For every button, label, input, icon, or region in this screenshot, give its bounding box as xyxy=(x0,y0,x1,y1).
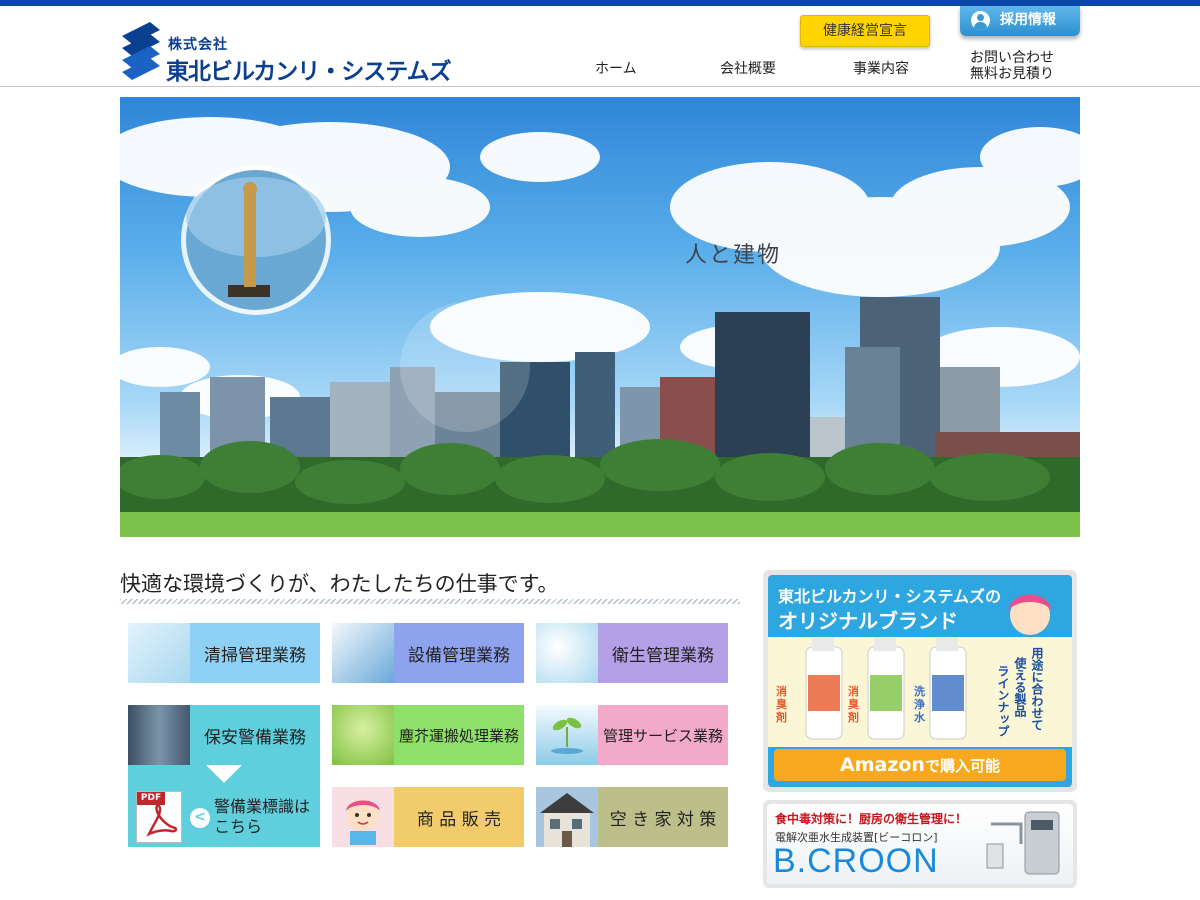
original-brand-banner[interactable]: 東北ビルカンリ・システムズの オリジナルブランド 消臭剤 消臭剤 洗浄水 用途に… xyxy=(763,570,1077,792)
hero-scene xyxy=(120,117,1080,537)
guard-sign-link[interactable]: PDF < 警備業標識は こちら xyxy=(128,787,320,847)
service-vacant-house-label: 空 き 家 対 策 xyxy=(598,787,728,847)
service-products-label: 商 品 販 売 xyxy=(394,787,524,847)
nav-contact[interactable]: お問い合わせ 無料お見積り xyxy=(970,50,1054,82)
service-hygiene-label: 衛生管理業務 xyxy=(598,623,728,683)
guard-sign-line2: こちら xyxy=(214,817,263,836)
company-logo[interactable]: 株式会社 東北ビルカンリ・システムズ xyxy=(120,14,452,85)
nav-contact-line1: お問い合わせ xyxy=(970,50,1054,66)
tag-deodorant-2: 消臭剤 xyxy=(848,685,859,724)
guard-sign-text: 警備業標識は こちら xyxy=(214,797,310,837)
lineup-text-3: ラインナップ xyxy=(996,665,1010,737)
products-thumb xyxy=(332,787,394,847)
amazon-word: Amazon xyxy=(840,754,925,776)
service-facility[interactable]: 設備管理業務 xyxy=(332,623,524,683)
service-management[interactable]: 管理サービス業務 xyxy=(536,705,728,765)
cleaning-thumb xyxy=(128,623,190,683)
hero-image: 人と建物 xyxy=(120,97,1080,537)
hygiene-thumb xyxy=(536,623,598,683)
nav-business[interactable]: 事業内容 xyxy=(853,58,909,78)
service-vacant-house[interactable]: 空 き 家 対 策 xyxy=(536,787,728,847)
guard-sign-pointer xyxy=(206,765,242,783)
nav-home[interactable]: ホーム xyxy=(595,58,637,78)
lineup-text-2: 使える製品 xyxy=(1013,657,1027,717)
lineup-text-1: 用途に合わせて xyxy=(1030,647,1044,731)
service-cleaning[interactable]: 清掃管理業務 xyxy=(128,623,320,683)
service-cleaning-label: 清掃管理業務 xyxy=(190,623,320,683)
waste-thumb xyxy=(332,705,394,765)
service-management-label: 管理サービス業務 xyxy=(598,705,728,765)
user-icon xyxy=(971,11,990,30)
logo-kabushikigaisha: 株式会社 xyxy=(168,37,228,53)
security-thumb xyxy=(128,705,190,765)
bcroon-headline: 食中毒対策に！厨房の衛生管理に！ xyxy=(775,812,968,826)
house-icon xyxy=(536,787,598,847)
recruit-label: 採用情報 xyxy=(1000,12,1056,28)
building-logo-icon xyxy=(122,22,160,80)
girl-mascot-icon xyxy=(346,799,380,845)
tag-deodorant-1: 消臭剤 xyxy=(776,685,787,724)
site-header: 株式会社 東北ビルカンリ・システムズ 健康経営宣言 採用情報 ホーム 会社概要 … xyxy=(0,6,1200,87)
nav-company[interactable]: 会社概要 xyxy=(720,58,776,78)
main-tagline: 快適な環境づくりが、わたしたちの仕事です。 xyxy=(120,572,559,596)
amazon-buy-button[interactable]: Amazonで購入可能 xyxy=(774,749,1066,781)
tagline-divider xyxy=(120,599,740,604)
service-security[interactable]: 保安警備業務 xyxy=(128,705,320,765)
acrobat-icon xyxy=(146,804,178,837)
service-security-label: 保安警備業務 xyxy=(190,705,320,765)
nav-contact-line2: 無料お見積り xyxy=(970,66,1054,82)
service-waste-label: 塵芥運搬処理業務 xyxy=(394,705,524,765)
facility-thumb xyxy=(332,623,394,683)
guard-sign-line1: 警備業標識は xyxy=(214,797,311,816)
hero-title: 人と建物 xyxy=(685,243,782,268)
health-management-button[interactable]: 健康経営宣言 xyxy=(800,15,930,47)
recruit-info-button[interactable]: 採用情報 xyxy=(960,6,1080,36)
sprout-icon xyxy=(551,717,583,754)
pdf-icon: PDF xyxy=(136,791,182,843)
bcroon-banner-inner: 食中毒対策に！厨房の衛生管理に！ 電解次亜水生成装置[ビーコロン] B.CROO… xyxy=(767,804,1073,884)
brand-banner-inner: 東北ビルカンリ・システムズの オリジナルブランド 消臭剤 消臭剤 洗浄水 用途に… xyxy=(768,575,1072,787)
service-facility-label: 設備管理業務 xyxy=(394,623,524,683)
service-products[interactable]: 商 品 販 売 xyxy=(332,787,524,847)
amazon-rest: で購入可能 xyxy=(924,757,1000,775)
logo-company-name: 東北ビルカンリ・システムズ xyxy=(166,59,452,85)
bcroon-banner[interactable]: 食中毒対策に！厨房の衛生管理に！ 電解次亜水生成装置[ビーコロン] B.CROO… xyxy=(763,800,1077,888)
tag-wash-water: 洗浄水 xyxy=(914,685,925,724)
arrow-left-icon: < xyxy=(190,808,210,828)
vacant-house-thumb xyxy=(536,787,598,847)
water-generator-icon xyxy=(986,811,1060,875)
service-hygiene[interactable]: 衛生管理業務 xyxy=(536,623,728,683)
management-thumb xyxy=(536,705,598,765)
bcroon-logo: B.CROON xyxy=(773,842,939,880)
service-waste[interactable]: 塵芥運搬処理業務 xyxy=(332,705,524,765)
